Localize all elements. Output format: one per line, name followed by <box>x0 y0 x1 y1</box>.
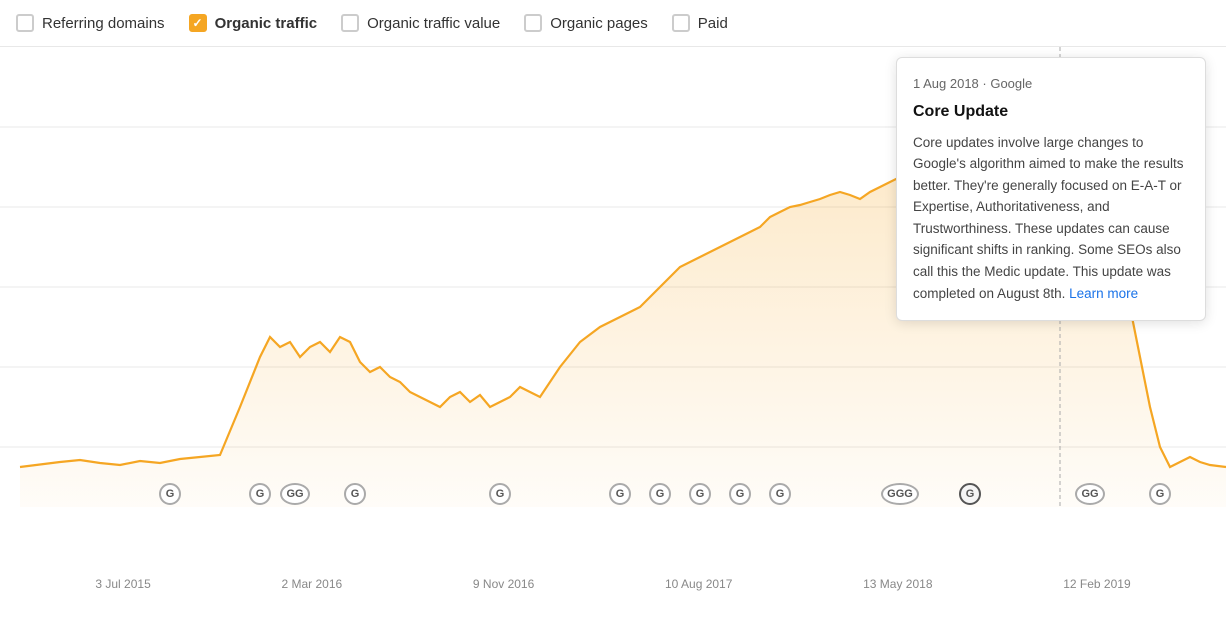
x-label-6: 12 Feb 2019 <box>1063 577 1130 591</box>
checkbox-label-pages: Organic pages <box>550 15 648 32</box>
checkbox-label-paid: Paid <box>698 15 728 32</box>
g-circle-12[interactable]: GG <box>1075 483 1105 505</box>
checkbox-box-organic[interactable] <box>189 14 207 32</box>
g-marker-7[interactable]: G <box>649 483 671 505</box>
tooltip-header: 1 Aug 2018 · Google <box>913 74 1189 94</box>
g-circle-7[interactable]: G <box>649 483 671 505</box>
g-marker-6[interactable]: G <box>609 483 631 505</box>
g-marker-8[interactable]: G <box>689 483 711 505</box>
g-marker-11[interactable]: GGG <box>881 483 919 505</box>
g-marker-4[interactable]: G <box>344 483 366 505</box>
g-circle-2[interactable]: G <box>249 483 271 505</box>
checkbox-box-pages[interactable] <box>524 14 542 32</box>
tooltip-popup: 1 Aug 2018 · Google Core Update Core upd… <box>896 57 1206 321</box>
x-label-5: 13 May 2018 <box>863 577 932 591</box>
checkbox-referring-domains[interactable]: Referring domains <box>16 14 165 32</box>
g-marker-1[interactable]: G <box>159 483 181 505</box>
checkbox-box-referring[interactable] <box>16 14 34 32</box>
checkbox-organic-value[interactable]: Organic traffic value <box>341 14 500 32</box>
x-axis-labels: 3 Jul 2015 2 Mar 2016 9 Nov 2016 10 Aug … <box>0 577 1226 591</box>
g-circle-9[interactable]: G <box>729 483 751 505</box>
g-marker-12[interactable]: GG <box>1075 483 1105 505</box>
g-circle-1[interactable]: G <box>159 483 181 505</box>
g-circle-3[interactable]: GG <box>280 483 310 505</box>
checkbox-paid[interactable]: Paid <box>672 14 728 32</box>
chart-area: G G GG G G G G G G G <box>0 47 1226 603</box>
x-label-4: 10 Aug 2017 <box>665 577 732 591</box>
g-circle-5[interactable]: G <box>489 483 511 505</box>
checkbox-organic-traffic[interactable]: Organic traffic <box>189 14 318 32</box>
checkbox-box-organic-value[interactable] <box>341 14 359 32</box>
g-marker-2[interactable]: G <box>249 483 271 505</box>
filter-bar: Referring domains Organic traffic Organi… <box>0 0 1226 47</box>
g-circle-8[interactable]: G <box>689 483 711 505</box>
x-label-1: 3 Jul 2015 <box>95 577 150 591</box>
checkbox-box-paid[interactable] <box>672 14 690 32</box>
g-circle-11[interactable]: GGG <box>881 483 919 505</box>
tooltip-body-text: Core updates involve large changes to Go… <box>913 135 1183 301</box>
x-label-2: 2 Mar 2016 <box>281 577 342 591</box>
tooltip-learn-more-link[interactable]: Learn more <box>1069 286 1138 301</box>
g-marker-10[interactable]: G <box>769 483 791 505</box>
g-circle-10[interactable]: G <box>769 483 791 505</box>
x-label-3: 9 Nov 2016 <box>473 577 534 591</box>
tooltip-body: Core updates involve large changes to Go… <box>913 132 1189 305</box>
g-circle-6[interactable]: G <box>609 483 631 505</box>
checkbox-label-referring: Referring domains <box>42 15 165 32</box>
g-marker-13[interactable]: G <box>1149 483 1171 505</box>
g-marker-5[interactable]: G <box>489 483 511 505</box>
g-circle-highlight[interactable]: G <box>959 483 981 505</box>
g-marker-highlight[interactable]: G <box>959 483 981 505</box>
g-markers-row: G G GG G G G G G G G <box>0 529 1226 553</box>
checkbox-label-organic: Organic traffic <box>215 15 318 32</box>
g-marker-3[interactable]: GG <box>280 483 310 505</box>
checkbox-organic-pages[interactable]: Organic pages <box>524 14 648 32</box>
g-circle-4[interactable]: G <box>344 483 366 505</box>
g-circle-13[interactable]: G <box>1149 483 1171 505</box>
checkbox-label-organic-value: Organic traffic value <box>367 15 500 32</box>
tooltip-title: Core Update <box>913 100 1189 124</box>
g-marker-9[interactable]: G <box>729 483 751 505</box>
